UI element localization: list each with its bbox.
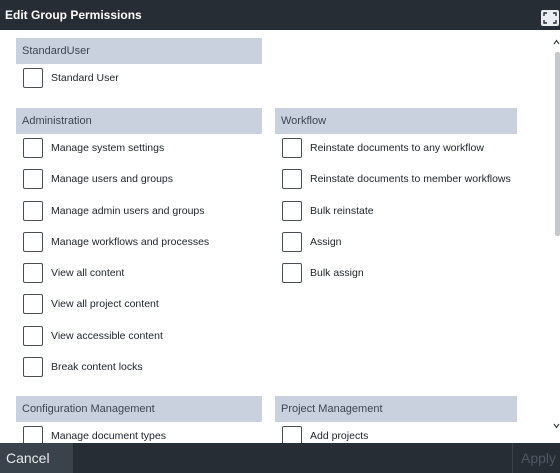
section-header: StandardUser bbox=[16, 38, 262, 64]
permission-checkbox[interactable] bbox=[23, 68, 43, 88]
permission-label: View accessible content bbox=[51, 329, 163, 342]
apply-button[interactable]: Apply bbox=[512, 443, 560, 473]
section-header: Project Management bbox=[275, 396, 517, 422]
permission-row[interactable]: Reinstate documents to member workflows bbox=[275, 165, 517, 196]
permission-row-standard-user[interactable]: Standard User bbox=[16, 64, 262, 95]
permission-row[interactable]: View accessible content bbox=[16, 322, 262, 353]
permission-label: Bulk assign bbox=[310, 267, 364, 280]
permission-row[interactable]: Manage users and groups bbox=[16, 165, 262, 196]
permission-label: Manage users and groups bbox=[51, 173, 173, 186]
permission-checkbox[interactable] bbox=[23, 138, 43, 158]
permission-checkbox[interactable] bbox=[282, 169, 302, 190]
section-standard-user: StandardUser Standard User bbox=[16, 38, 262, 95]
permission-row[interactable]: Assign bbox=[275, 228, 517, 259]
permission-row[interactable]: Bulk assign bbox=[275, 259, 517, 290]
section-workflow: Workflow Reinstate documents to any work… bbox=[275, 108, 517, 290]
section-header: Configuration Management bbox=[16, 396, 262, 422]
permission-row[interactable]: Break content locks bbox=[16, 353, 262, 384]
permission-label: Manage document types bbox=[51, 430, 166, 442]
permission-row[interactable]: Manage system settings bbox=[16, 134, 262, 165]
permission-checkbox[interactable] bbox=[23, 294, 43, 315]
permission-label: Break content locks bbox=[51, 361, 143, 374]
permission-label: Reinstate documents to any workflow bbox=[310, 142, 484, 154]
permission-row[interactable]: Manage workflows and processes bbox=[16, 228, 262, 259]
section-administration: Administration Manage system settings Ma… bbox=[16, 108, 262, 384]
permission-checkbox[interactable] bbox=[23, 426, 43, 443]
section-project-management: Project Management Add projects bbox=[275, 396, 517, 443]
permission-checkbox[interactable] bbox=[23, 263, 43, 284]
permission-row[interactable]: Manage admin users and groups bbox=[16, 197, 262, 228]
section-configuration-management: Configuration Management Manage document… bbox=[16, 396, 262, 443]
permission-label: Reinstate documents to member workflows bbox=[310, 173, 511, 186]
dialog-titlebar: Edit Group Permissions bbox=[0, 0, 560, 30]
permission-checkbox[interactable] bbox=[23, 231, 43, 252]
scroll-down-icon[interactable] bbox=[553, 422, 560, 430]
permission-label: View all project content bbox=[51, 298, 159, 311]
permissions-content[interactable]: StandardUser Standard User Administratio… bbox=[0, 30, 553, 443]
vertical-scrollbar[interactable] bbox=[553, 30, 560, 443]
permission-checkbox[interactable] bbox=[23, 169, 43, 190]
permission-label: Manage system settings bbox=[51, 142, 165, 154]
permission-label: Bulk reinstate bbox=[310, 204, 374, 217]
dialog-footer: Cancel Apply bbox=[0, 443, 560, 473]
permission-row[interactable]: View all content bbox=[16, 259, 262, 290]
permission-checkbox[interactable] bbox=[282, 231, 302, 252]
permission-checkbox[interactable] bbox=[23, 357, 43, 378]
permission-row[interactable]: View all project content bbox=[16, 290, 262, 321]
permission-label: Assign bbox=[310, 235, 342, 248]
permission-label: Standard User bbox=[51, 72, 119, 84]
permission-label: Manage workflows and processes bbox=[51, 235, 210, 248]
permission-label: Add projects bbox=[310, 430, 369, 442]
permission-checkbox[interactable] bbox=[23, 200, 43, 221]
permission-row[interactable]: Bulk reinstate bbox=[275, 197, 517, 228]
permission-checkbox[interactable] bbox=[282, 138, 302, 158]
permission-label: Manage admin users and groups bbox=[51, 204, 205, 217]
expand-icon-glyph bbox=[543, 12, 557, 24]
cancel-button[interactable]: Cancel bbox=[0, 443, 73, 473]
scroll-up-icon[interactable] bbox=[553, 38, 560, 46]
section-header: Workflow bbox=[275, 108, 517, 134]
dialog-title: Edit Group Permissions bbox=[5, 8, 142, 22]
expand-icon[interactable] bbox=[541, 10, 559, 26]
permission-label: View all content bbox=[51, 267, 125, 280]
permission-checkbox[interactable] bbox=[282, 426, 302, 443]
permission-checkbox[interactable] bbox=[282, 263, 302, 284]
permission-row[interactable]: Reinstate documents to any workflow bbox=[275, 134, 517, 165]
permission-row[interactable]: Manage document types bbox=[16, 422, 262, 443]
permission-checkbox[interactable] bbox=[282, 200, 302, 221]
permission-row[interactable]: Add projects bbox=[275, 422, 517, 443]
section-header: Administration bbox=[16, 108, 262, 134]
permission-checkbox[interactable] bbox=[23, 325, 43, 346]
scroll-thumb[interactable] bbox=[555, 52, 560, 236]
